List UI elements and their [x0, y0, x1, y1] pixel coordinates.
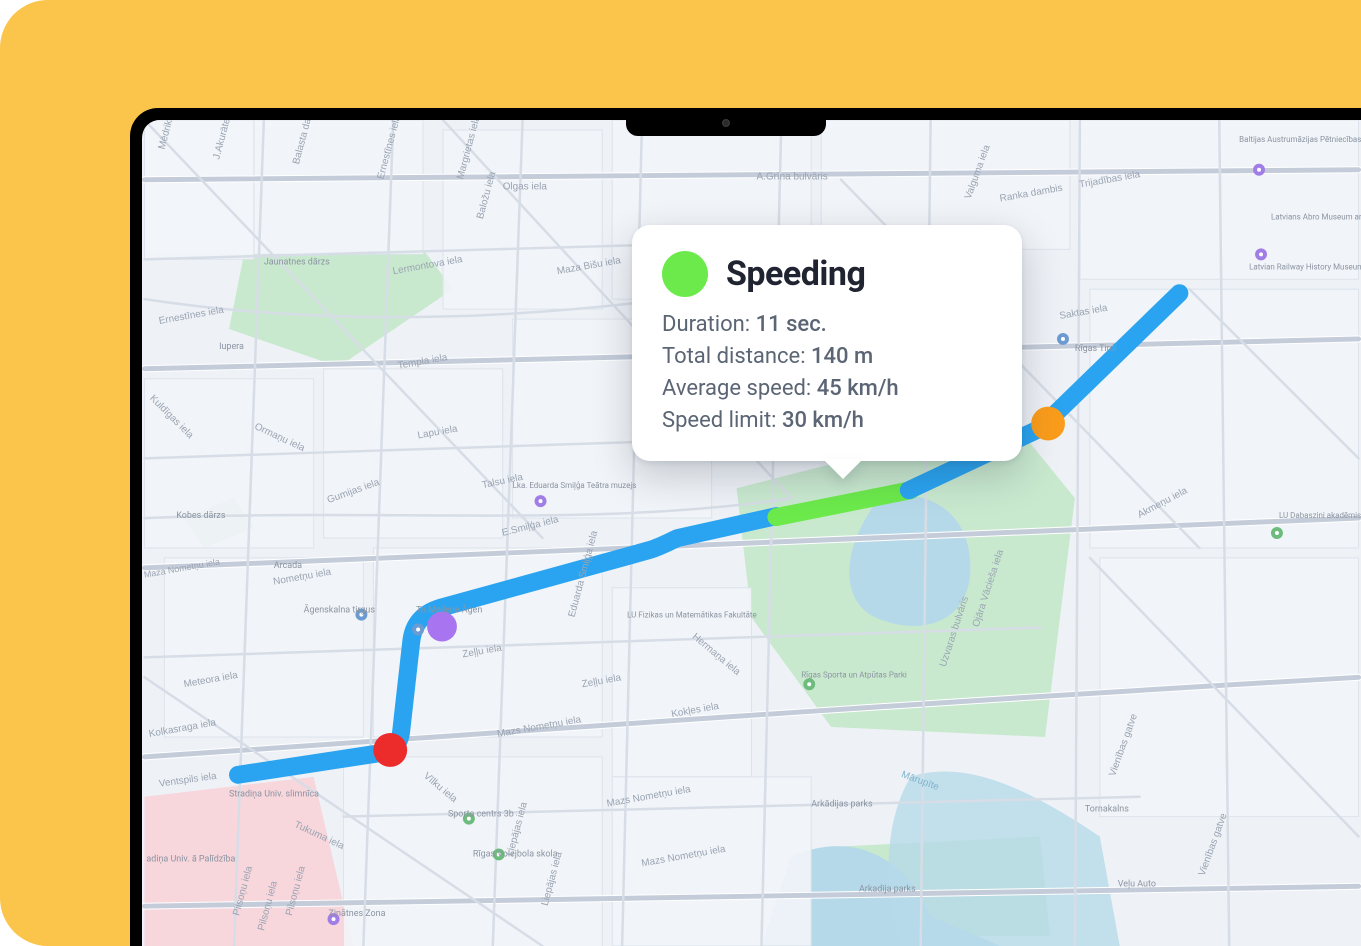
poi-label: Latvian Railway History Museum — [1249, 262, 1361, 271]
card-header: Speeding — [662, 251, 992, 297]
event-acceleration[interactable] — [1031, 407, 1065, 441]
poi-label: Stradiņa Univ. slimnīca — [229, 790, 319, 800]
event-cornering[interactable] — [427, 612, 457, 642]
laptop-notch — [626, 108, 826, 136]
poi-label: Baltijas Austrumāzijas Pētniecības centr… — [1239, 135, 1361, 144]
value-duration: 11 sec. — [756, 312, 827, 337]
label-duration: Duration: — [662, 312, 750, 337]
row-speed-limit: Speed limit: 30 km/h — [662, 405, 992, 437]
street-label: A.Grīna bulvāris — [756, 172, 827, 183]
speeding-card[interactable]: Speeding Duration: 11 sec. Total distanc… — [632, 225, 1022, 461]
poi-label: Sporta centrs 3b — [448, 810, 514, 820]
poi-label: Jaunatnes dārzs — [264, 257, 330, 267]
row-distance: Total distance: 140 m — [662, 341, 992, 373]
poi-label: Latvians Abro Museum ar Research Cente — [1271, 213, 1361, 222]
value-speed-limit: 30 km/h — [782, 408, 864, 433]
label-speed-limit: Speed limit: — [662, 408, 776, 433]
background-card: Mēdrikas iela J.Akurātera iela Balasta d… — [0, 0, 1361, 946]
card-body: Duration: 11 sec. Total distance: 140 m … — [662, 309, 992, 437]
poi-label: Arkādijas parks — [811, 800, 873, 810]
poi-label: Tornakalns — [1085, 805, 1129, 815]
row-duration: Duration: 11 sec. — [662, 309, 992, 341]
poi-label: Rīgas Tirdi — [1075, 344, 1117, 354]
poi-label: Veļu Auto — [1118, 879, 1156, 889]
poi-label: Iupera — [219, 342, 244, 352]
row-avg-speed: Average speed: 45 km/h — [662, 373, 992, 405]
poi-label: LU Fizikas un Matemātikas Fakultāte — [627, 611, 757, 620]
label-distance: Total distance: — [662, 344, 806, 369]
poi-label: Zinātnes Zona — [329, 909, 386, 919]
street-label: Olgas iela — [503, 182, 548, 193]
poi-label: Arcada — [274, 561, 302, 571]
poi-label: LU Dabaszini akadēmisk centrs — [1279, 511, 1361, 520]
value-distance: 140 m — [811, 344, 873, 369]
label-avg-speed: Average speed: — [662, 376, 811, 401]
card-title: Speeding — [726, 254, 865, 294]
value-avg-speed: 45 km/h — [817, 376, 899, 401]
speeding-indicator-icon — [662, 251, 708, 297]
poi-label: Arkadija parks — [859, 884, 916, 894]
poi-label: adiņa Univ. ā Palīdzība — [146, 854, 235, 864]
poi-label: Lka. Eduarda Smiļģa Teātra muzejs — [513, 481, 637, 490]
poi-label: Kobes dārzs — [176, 511, 226, 521]
screen: Mēdrikas iela J.Akurātera iela Balasta d… — [142, 120, 1361, 946]
poi-label: Āgenskalna tirgus — [304, 605, 376, 616]
poi-label: Tn.Mellene Āgen — [416, 605, 482, 616]
poi-label: Rīgas Sporta un Atpūtas Parki — [801, 670, 907, 679]
event-hard-braking[interactable] — [373, 733, 407, 767]
laptop-frame: Mēdrikas iela J.Akurātera iela Balasta d… — [130, 108, 1361, 946]
